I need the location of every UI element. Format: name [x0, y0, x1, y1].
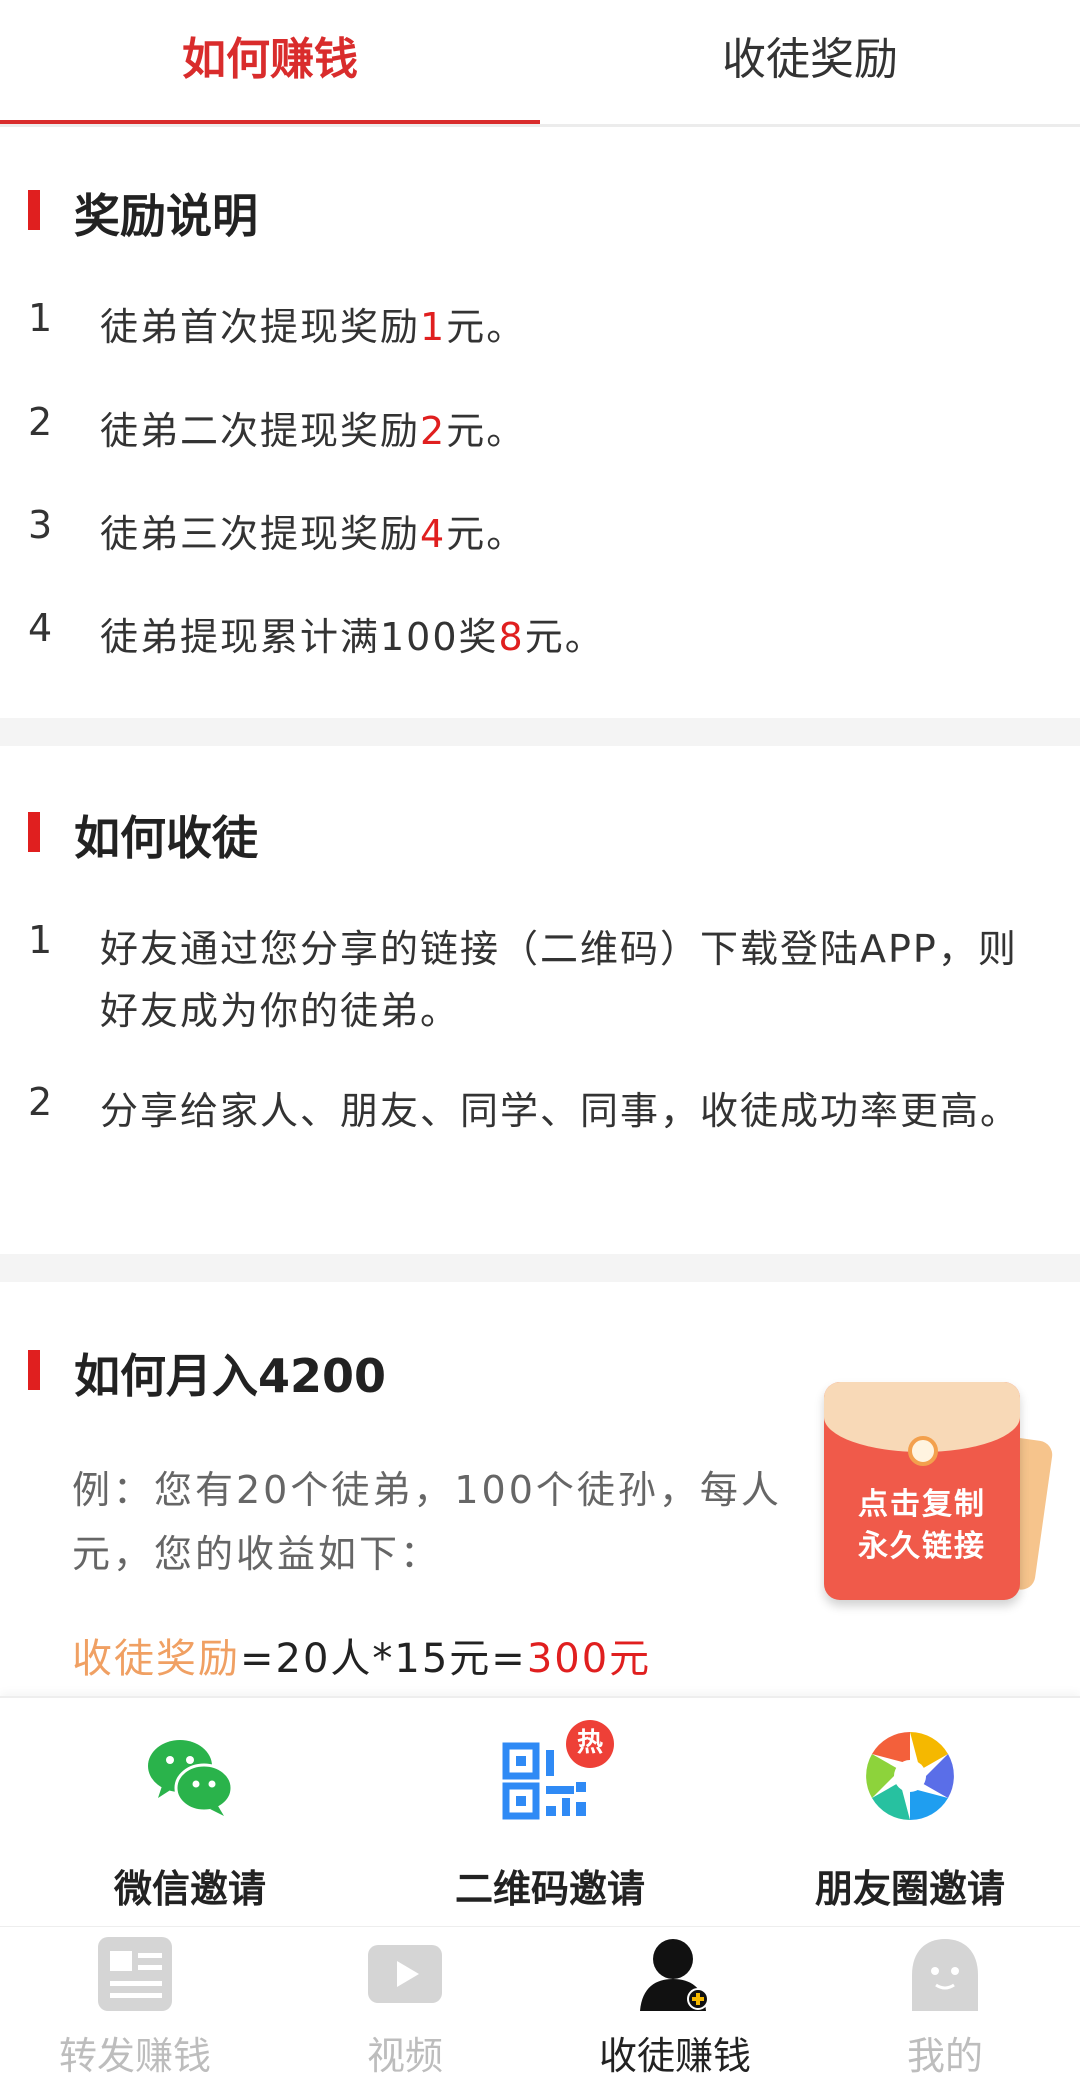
- calc-expression: =20人*15元=: [240, 1636, 527, 1682]
- example-text-line-1: 例：您有20个徒弟，100个徒孙，每人: [72, 1468, 782, 1512]
- section-divider: [0, 718, 1080, 746]
- item-text: 徒弟首次提现奖励: [100, 305, 421, 349]
- top-tabs: 如何赚钱 收徒奖励: [0, 0, 1080, 127]
- item-text-suffix: 元。: [446, 409, 527, 453]
- item-text: 徒弟提现累计满100奖: [100, 615, 499, 659]
- invite-label: 朋友圈邀请: [814, 1867, 1005, 1911]
- item-number: 3: [28, 503, 55, 547]
- item-number: 2: [28, 400, 55, 444]
- hot-badge: 热: [566, 1720, 614, 1768]
- active-tab-indicator: [0, 120, 540, 124]
- section-marker: [28, 190, 40, 230]
- coin-icon: [908, 1436, 938, 1466]
- item-text: 分享给家人、朋友、同学、同事，收徒成功率更高。: [100, 1089, 1021, 1133]
- item-number: 2: [28, 1080, 55, 1124]
- howto-title-text: 如何收徒: [74, 811, 258, 865]
- item-text: 徒弟三次提现奖励: [100, 512, 421, 556]
- user-add-icon: [640, 1939, 709, 2011]
- wechat-icon: [148, 1740, 234, 1816]
- envelope-front: 点击复制 永久链接: [824, 1382, 1020, 1600]
- howto-item: 2 分享给家人、朋友、同学、同事，收徒成功率更高。: [28, 1080, 1038, 1210]
- nav-item-forward-earn[interactable]: 转发赚钱: [0, 1927, 270, 2084]
- reward-title-text: 奖励说明: [74, 189, 258, 243]
- invite-panel: 微信邀请 热 二维码邀请 朋友圈邀请: [0, 1696, 1080, 1928]
- news-icon: [98, 1937, 172, 2011]
- nav-item-recruit-earn[interactable]: 收徒赚钱: [540, 1927, 810, 2084]
- profile-icon: [912, 1939, 978, 2011]
- item-text: 徒弟二次提现奖励: [100, 409, 421, 453]
- item-number: 1: [28, 918, 55, 962]
- item-text-suffix: 元。: [446, 512, 527, 556]
- envelope-text: 点击复制 永久链接: [832, 1484, 1012, 1568]
- moments-icon: [866, 1732, 954, 1820]
- invite-label: 微信邀请: [113, 1867, 266, 1911]
- item-text-suffix: 元。: [524, 615, 605, 659]
- calc-line: 收徒奖励=20人*15元=300元: [72, 1626, 651, 1684]
- section-marker: [28, 1350, 40, 1390]
- nav-item-video[interactable]: 视频: [270, 1927, 540, 2084]
- calc-result: 300元: [526, 1636, 652, 1682]
- tab-disciple-reward[interactable]: 收徒奖励: [540, 0, 1080, 124]
- howto-item: 1 好友通过您分享的链接（二维码）下载登陆APP，则好友成为你的徒弟。: [28, 918, 1038, 1048]
- item-text-suffix: 元。: [446, 305, 527, 349]
- reward-amount: 8: [498, 615, 525, 659]
- reward-amount: 2: [420, 409, 447, 453]
- copy-link-red-envelope[interactable]: 点击复制 永久链接: [806, 1378, 1055, 1614]
- envelope-text-line2: 永久链接: [858, 1529, 986, 1564]
- qrcode-invite-button[interactable]: 热 二维码邀请: [370, 1698, 730, 1928]
- monthly-title-text: 如何月入4200: [74, 1349, 387, 1403]
- moments-invite-button[interactable]: 朋友圈邀请: [730, 1698, 1080, 1928]
- item-number: 4: [28, 606, 55, 650]
- item-text: 好友通过您分享的链接（二维码）下载登陆APP，则好友成为你的徒弟。: [100, 927, 1018, 1033]
- nav-label: 我的: [906, 2034, 983, 2078]
- item-number: 1: [28, 296, 55, 340]
- section-divider: [0, 1254, 1080, 1282]
- invite-label: 二维码邀请: [454, 1867, 645, 1911]
- wechat-invite-button[interactable]: 微信邀请: [10, 1698, 370, 1928]
- nav-item-mine[interactable]: 我的: [810, 1927, 1080, 2084]
- envelope-text-line1: 点击复制: [858, 1487, 986, 1522]
- reward-amount: 4: [420, 512, 447, 556]
- nav-label: 转发赚钱: [58, 2034, 211, 2078]
- nav-label: 视频: [366, 2034, 443, 2078]
- bottom-navigation: 转发赚钱 视频 收徒赚钱 我的: [0, 1926, 1080, 2084]
- nav-label: 收徒赚钱: [598, 2034, 751, 2078]
- tab-how-to-earn[interactable]: 如何赚钱: [0, 0, 540, 124]
- example-text-line-2: 元，您的收益如下：: [72, 1532, 442, 1576]
- section-marker: [28, 812, 40, 852]
- reward-amount: 1: [420, 305, 447, 349]
- calc-label: 收徒奖励: [72, 1636, 240, 1682]
- video-icon: [368, 1945, 442, 2003]
